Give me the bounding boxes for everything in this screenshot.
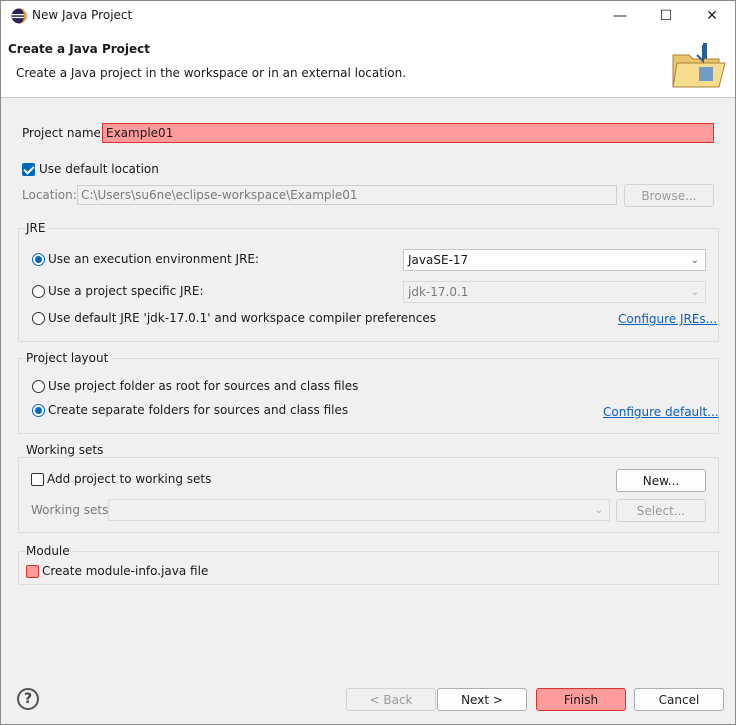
exec-env-radio[interactable] bbox=[32, 253, 45, 266]
browse-button[interactable]: Browse... bbox=[624, 184, 714, 207]
window-title: New Java Project bbox=[32, 8, 133, 22]
use-default-location-checkbox[interactable] bbox=[22, 163, 35, 176]
default-jre-label: Use default JRE 'jdk-17.0.1' and workspa… bbox=[48, 311, 437, 325]
use-project-folder-radio[interactable] bbox=[32, 380, 45, 393]
finish-button[interactable]: Finish bbox=[536, 688, 626, 711]
title-bar: New Java Project — ☐ ✕ bbox=[1, 1, 735, 31]
module-group-title: Module bbox=[26, 544, 73, 558]
create-module-info-checkbox[interactable] bbox=[26, 565, 39, 578]
exec-env-value: JavaSE-17 bbox=[408, 253, 469, 267]
create-module-info-label: Create module-info.java file bbox=[42, 564, 209, 578]
project-specific-jre-select[interactable]: jdk-17.0.1 ⌄ bbox=[403, 281, 706, 303]
cancel-button[interactable]: Cancel bbox=[634, 688, 724, 711]
maximize-icon: ☐ bbox=[659, 8, 673, 24]
new-java-project-dialog: New Java Project — ☐ ✕ Create a Java Pro… bbox=[0, 0, 736, 725]
separate-folders-label: Create separate folders for sources and … bbox=[48, 403, 349, 417]
help-icon[interactable]: ? bbox=[17, 688, 39, 710]
eclipse-icon bbox=[11, 8, 27, 24]
select-working-sets-button[interactable]: Select... bbox=[616, 499, 706, 522]
use-project-folder-label: Use project folder as root for sources a… bbox=[48, 379, 359, 393]
working-sets-label: Working sets: bbox=[31, 503, 113, 517]
project-name-label: Project name: bbox=[22, 126, 105, 140]
jre-group-title: JRE bbox=[26, 221, 49, 235]
new-working-set-button[interactable]: New... bbox=[616, 469, 706, 492]
java-project-folder-icon bbox=[672, 43, 726, 88]
working-sets-group bbox=[18, 457, 719, 533]
maximize-button[interactable]: ☐ bbox=[643, 1, 689, 31]
project-specific-jre-radio[interactable] bbox=[32, 285, 45, 298]
chevron-down-icon: ⌄ bbox=[690, 255, 699, 266]
default-jre-radio[interactable] bbox=[32, 312, 45, 325]
project-specific-jre-value: jdk-17.0.1 bbox=[408, 285, 469, 299]
configure-jres-link[interactable]: Configure JREs... bbox=[618, 312, 717, 326]
minimize-icon: — bbox=[613, 8, 627, 24]
use-default-location-label: Use default location bbox=[39, 162, 159, 176]
minimize-button[interactable]: — bbox=[597, 1, 643, 31]
close-icon: ✕ bbox=[706, 8, 718, 24]
separate-folders-radio[interactable] bbox=[32, 404, 45, 417]
project-specific-jre-label: Use a project specific JRE: bbox=[48, 284, 204, 298]
exec-env-label: Use an execution environment JRE: bbox=[48, 252, 260, 266]
page-description: Create a Java project in the workspace o… bbox=[16, 66, 407, 80]
page-title: Create a Java Project bbox=[8, 42, 151, 56]
chevron-down-icon: ⌄ bbox=[690, 287, 699, 298]
project-name-input[interactable]: Example01 bbox=[102, 123, 714, 143]
exec-env-select[interactable]: JavaSE-17 ⌄ bbox=[403, 249, 706, 271]
add-to-working-sets-label: Add project to working sets bbox=[47, 472, 212, 486]
close-button[interactable]: ✕ bbox=[689, 1, 735, 31]
working-sets-group-title: Working sets bbox=[26, 443, 107, 457]
project-layout-group-title: Project layout bbox=[26, 351, 112, 365]
add-to-working-sets-checkbox[interactable] bbox=[31, 473, 44, 486]
working-sets-select[interactable]: ⌄ bbox=[108, 499, 610, 521]
back-button[interactable]: < Back bbox=[346, 688, 436, 711]
project-layout-group bbox=[18, 358, 719, 434]
configure-default-link[interactable]: Configure default... bbox=[603, 405, 719, 419]
wizard-header: Create a Java Project Create a Java proj… bbox=[1, 31, 735, 98]
location-label: Location: bbox=[22, 188, 77, 202]
chevron-down-icon: ⌄ bbox=[594, 505, 603, 516]
location-input[interactable]: C:\Users\su6ne\eclipse-workspace\Example… bbox=[77, 185, 617, 205]
next-button[interactable]: Next > bbox=[437, 688, 527, 711]
